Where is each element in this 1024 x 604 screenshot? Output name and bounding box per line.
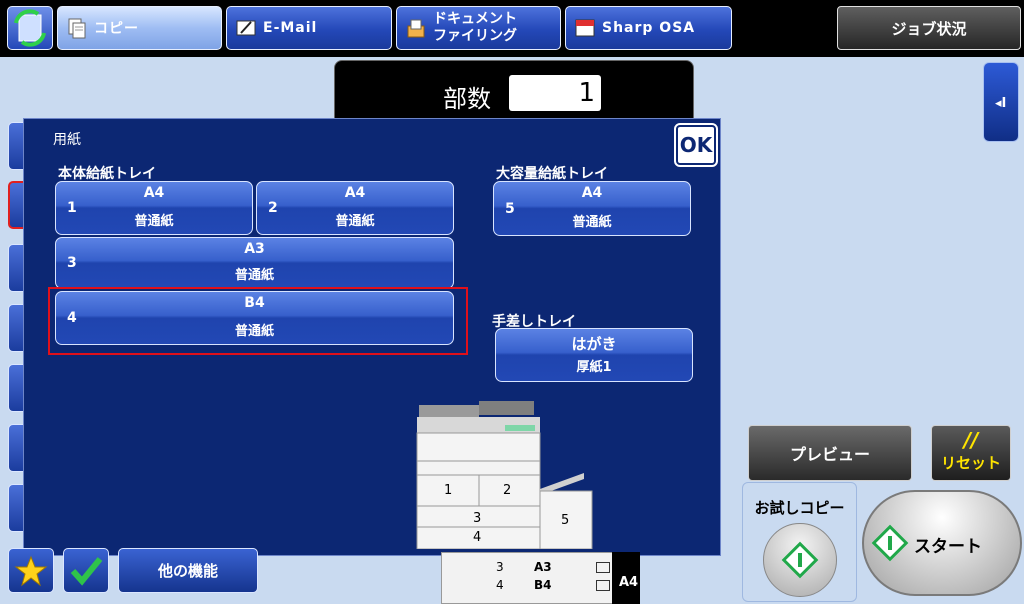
selected-paper-size: A4 (619, 575, 639, 590)
copies-label: 部数 (443, 85, 491, 113)
preview-button[interactable]: プレビュー (748, 425, 912, 481)
status-tray-number: 4 (496, 578, 504, 592)
tray-type: 厚紙1 (576, 360, 612, 375)
status-tray-number: 3 (496, 560, 504, 574)
tray-1-button[interactable]: 1 A4 普通紙 (55, 181, 253, 235)
tray-3-button[interactable]: 3 A3 普通紙 (55, 237, 454, 289)
paper-level-icon (596, 580, 610, 591)
tab-document-filing[interactable]: ドキュメント ファイリング (396, 6, 561, 50)
mode-switch-icon (14, 9, 46, 47)
tab-sharp-osa[interactable]: Sharp OSA (565, 6, 732, 50)
tray-size: A4 (344, 185, 366, 201)
copier-machine-illustration (416, 401, 593, 549)
dialog-title: 用紙 (53, 132, 81, 148)
document-filing-icon (407, 19, 425, 38)
reset-icon: // (963, 428, 979, 452)
tray-5-button[interactable]: 5 A4 普通紙 (493, 181, 691, 236)
start-button[interactable]: スタート (862, 490, 1022, 596)
other-functions-button[interactable]: 他の機能 (118, 548, 258, 593)
tray-size: A3 (244, 241, 265, 257)
tab-document-filing-line1: ドキュメント (433, 11, 517, 27)
paper-level-icon (596, 562, 610, 573)
collapse-arrow-icon: ◂I (995, 96, 1007, 111)
checkmark-icon (70, 557, 103, 586)
trial-copy-button[interactable] (763, 523, 837, 597)
bypass-tray-button[interactable]: はがき 厚紙1 (495, 328, 693, 382)
job-status-button[interactable]: ジョブ状況 (837, 6, 1021, 50)
lcc-tray-label: 大容量給紙トレイ (496, 166, 608, 182)
osa-icon (575, 19, 595, 37)
star-icon (14, 555, 48, 587)
status-tray-size: B4 (534, 578, 552, 592)
tab-copy-label: コピー (94, 21, 139, 37)
start-diamond-icon (871, 524, 909, 562)
tray-size: はがき (571, 335, 617, 353)
reset-button[interactable]: // リセット (931, 425, 1011, 481)
tab-email-label: E-Mail (263, 20, 318, 36)
panel-expand-tab[interactable]: ◂I (983, 62, 1019, 142)
tray-4-button[interactable]: 4 B4 普通紙 (55, 291, 454, 345)
tray-size: A4 (581, 185, 603, 201)
paper-select-dialog: 用紙 OK 本体給紙トレイ 大容量給紙トレイ 手差しトレイ 1 A4 普通紙 2… (23, 118, 721, 556)
machine-label-1: 1 (444, 483, 453, 498)
top-bar: コピー E-Mail ドキュメント ファイリング Sharp OSA ジョブ状況 (0, 0, 1024, 57)
machine-label-5: 5 (561, 513, 570, 528)
tray-type: 普通紙 (572, 215, 612, 230)
start-diamond-icon (781, 541, 819, 579)
start-label: スタート (914, 537, 982, 557)
tray-size: B4 (244, 295, 265, 311)
main-tray-label: 本体給紙トレイ (58, 166, 156, 182)
trial-copy-label: お試しコピー (754, 499, 845, 517)
machine-label-3: 3 (473, 511, 482, 526)
tray-type: 普通紙 (134, 214, 174, 229)
tray-type: 普通紙 (234, 268, 274, 283)
copies-field[interactable]: 1 (509, 75, 601, 111)
status-tray-size: A3 (534, 560, 552, 574)
email-icon (236, 20, 256, 36)
home-button[interactable] (7, 6, 53, 50)
machine-label-2: 2 (503, 483, 512, 498)
reset-label: リセット (940, 454, 1001, 472)
tray-type: 普通紙 (335, 214, 375, 229)
tab-copy[interactable]: コピー (57, 6, 222, 50)
copy-icon (68, 18, 86, 39)
check-button[interactable] (63, 548, 109, 593)
ok-button[interactable]: OK (674, 123, 718, 167)
machine-label-4: 4 (473, 530, 482, 545)
tab-document-filing-line2: ファイリング (433, 28, 517, 44)
tab-email[interactable]: E-Mail (226, 6, 392, 50)
trial-copy-panel: お試しコピー (742, 482, 857, 602)
tray-type: 普通紙 (234, 324, 274, 339)
favorite-button[interactable] (8, 548, 54, 593)
copies-panel: 部数 1 (334, 60, 694, 124)
tray-size: A4 (143, 185, 165, 201)
tab-sharp-osa-label: Sharp OSA (602, 20, 696, 36)
tab-document-filing-label: ドキュメント ファイリング (433, 11, 517, 45)
tray-status-panel: 3 A3 4 B4 (441, 552, 639, 604)
tray-2-button[interactable]: 2 A4 普通紙 (256, 181, 454, 235)
